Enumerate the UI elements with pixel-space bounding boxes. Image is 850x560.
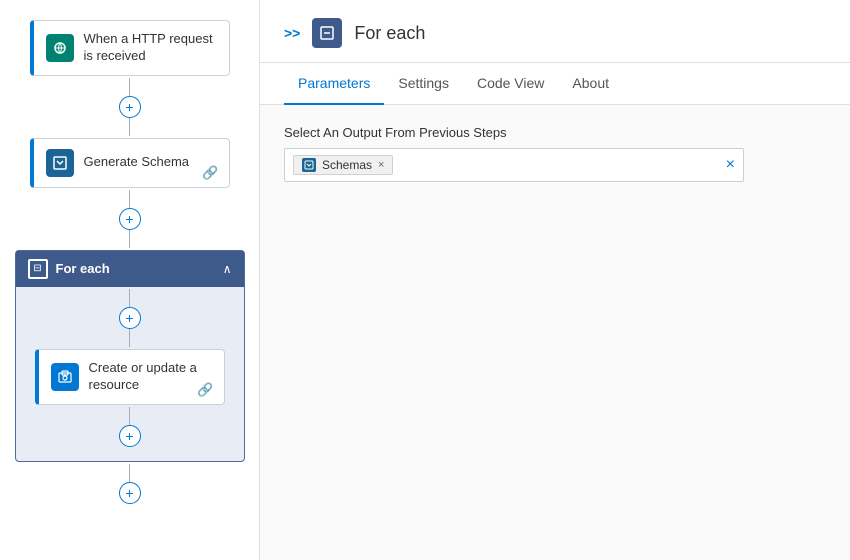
generate-schema-node[interactable]: Generate Schema 🔗	[30, 138, 230, 188]
right-panel: >> For each Parameters Settings Code Vie…	[260, 0, 850, 560]
right-content: Select An Output From Previous Steps Sch…	[260, 105, 850, 560]
schema-icon	[46, 149, 74, 177]
add-btn-bottom[interactable]: +	[119, 482, 141, 504]
foreach-header-left: ⊟ For each	[28, 259, 110, 279]
flow-container: When a HTTP request is received + Genera…	[10, 20, 249, 506]
left-panel: When a HTTP request is received + Genera…	[0, 0, 260, 560]
output-input-field[interactable]: Schemas × ×	[284, 148, 744, 182]
connector-line	[129, 329, 131, 347]
inner-connector-1: +	[119, 289, 141, 347]
clear-input-btn[interactable]: ×	[726, 156, 735, 174]
connector-1: +	[119, 78, 141, 136]
link-icon-2: 🔗	[197, 382, 213, 398]
http-node-text: When a HTTP request is received	[84, 31, 217, 65]
foreach-container: ⊟ For each ∧ +	[15, 250, 245, 462]
foreach-title: For each	[56, 261, 110, 276]
schemas-tag-icon	[302, 158, 316, 172]
add-btn-inner-1[interactable]: +	[119, 307, 141, 329]
connector-line	[129, 78, 131, 96]
foreach-collapse-btn[interactable]: ∧	[223, 262, 232, 276]
http-request-node[interactable]: When a HTTP request is received	[30, 20, 230, 76]
connector-line	[129, 190, 131, 208]
connector-line	[129, 464, 131, 482]
http-icon	[46, 34, 74, 62]
schema-node-text: Generate Schema	[84, 154, 190, 171]
create-resource-node[interactable]: Create or update a resource 🔗	[35, 349, 225, 405]
resource-icon	[51, 363, 79, 391]
foreach-right-icon	[312, 18, 342, 48]
tabs-container: Parameters Settings Code View About	[260, 63, 850, 105]
foreach-header[interactable]: ⊟ For each ∧	[16, 251, 244, 287]
connector-bottom: +	[119, 464, 141, 504]
tab-about[interactable]: About	[558, 63, 623, 105]
connector-line	[129, 230, 131, 248]
schemas-tag-close[interactable]: ×	[378, 159, 384, 171]
right-header: >> For each	[260, 0, 850, 63]
tab-code-view[interactable]: Code View	[463, 63, 558, 105]
connector-line	[129, 118, 131, 136]
collapse-btn[interactable]: >>	[284, 25, 300, 41]
tab-parameters[interactable]: Parameters	[284, 63, 384, 105]
add-btn-2[interactable]: +	[119, 208, 141, 230]
add-btn-inner-2[interactable]: +	[119, 425, 141, 447]
foreach-inner: + Create or update a resource 🔗	[16, 287, 244, 449]
schemas-tag: Schemas ×	[293, 155, 393, 175]
schemas-tag-label: Schemas	[322, 158, 372, 172]
add-btn-1[interactable]: +	[119, 96, 141, 118]
output-field-label: Select An Output From Previous Steps	[284, 125, 826, 140]
right-title: For each	[354, 23, 425, 44]
foreach-icon: ⊟	[28, 259, 48, 279]
inner-connector-2: +	[119, 407, 141, 447]
connector-line	[129, 289, 131, 307]
tab-settings[interactable]: Settings	[384, 63, 463, 105]
connector-2: +	[119, 190, 141, 248]
connector-line	[129, 407, 131, 425]
link-icon-1: 🔗	[202, 165, 218, 181]
resource-node-text: Create or update a resource	[89, 360, 212, 394]
